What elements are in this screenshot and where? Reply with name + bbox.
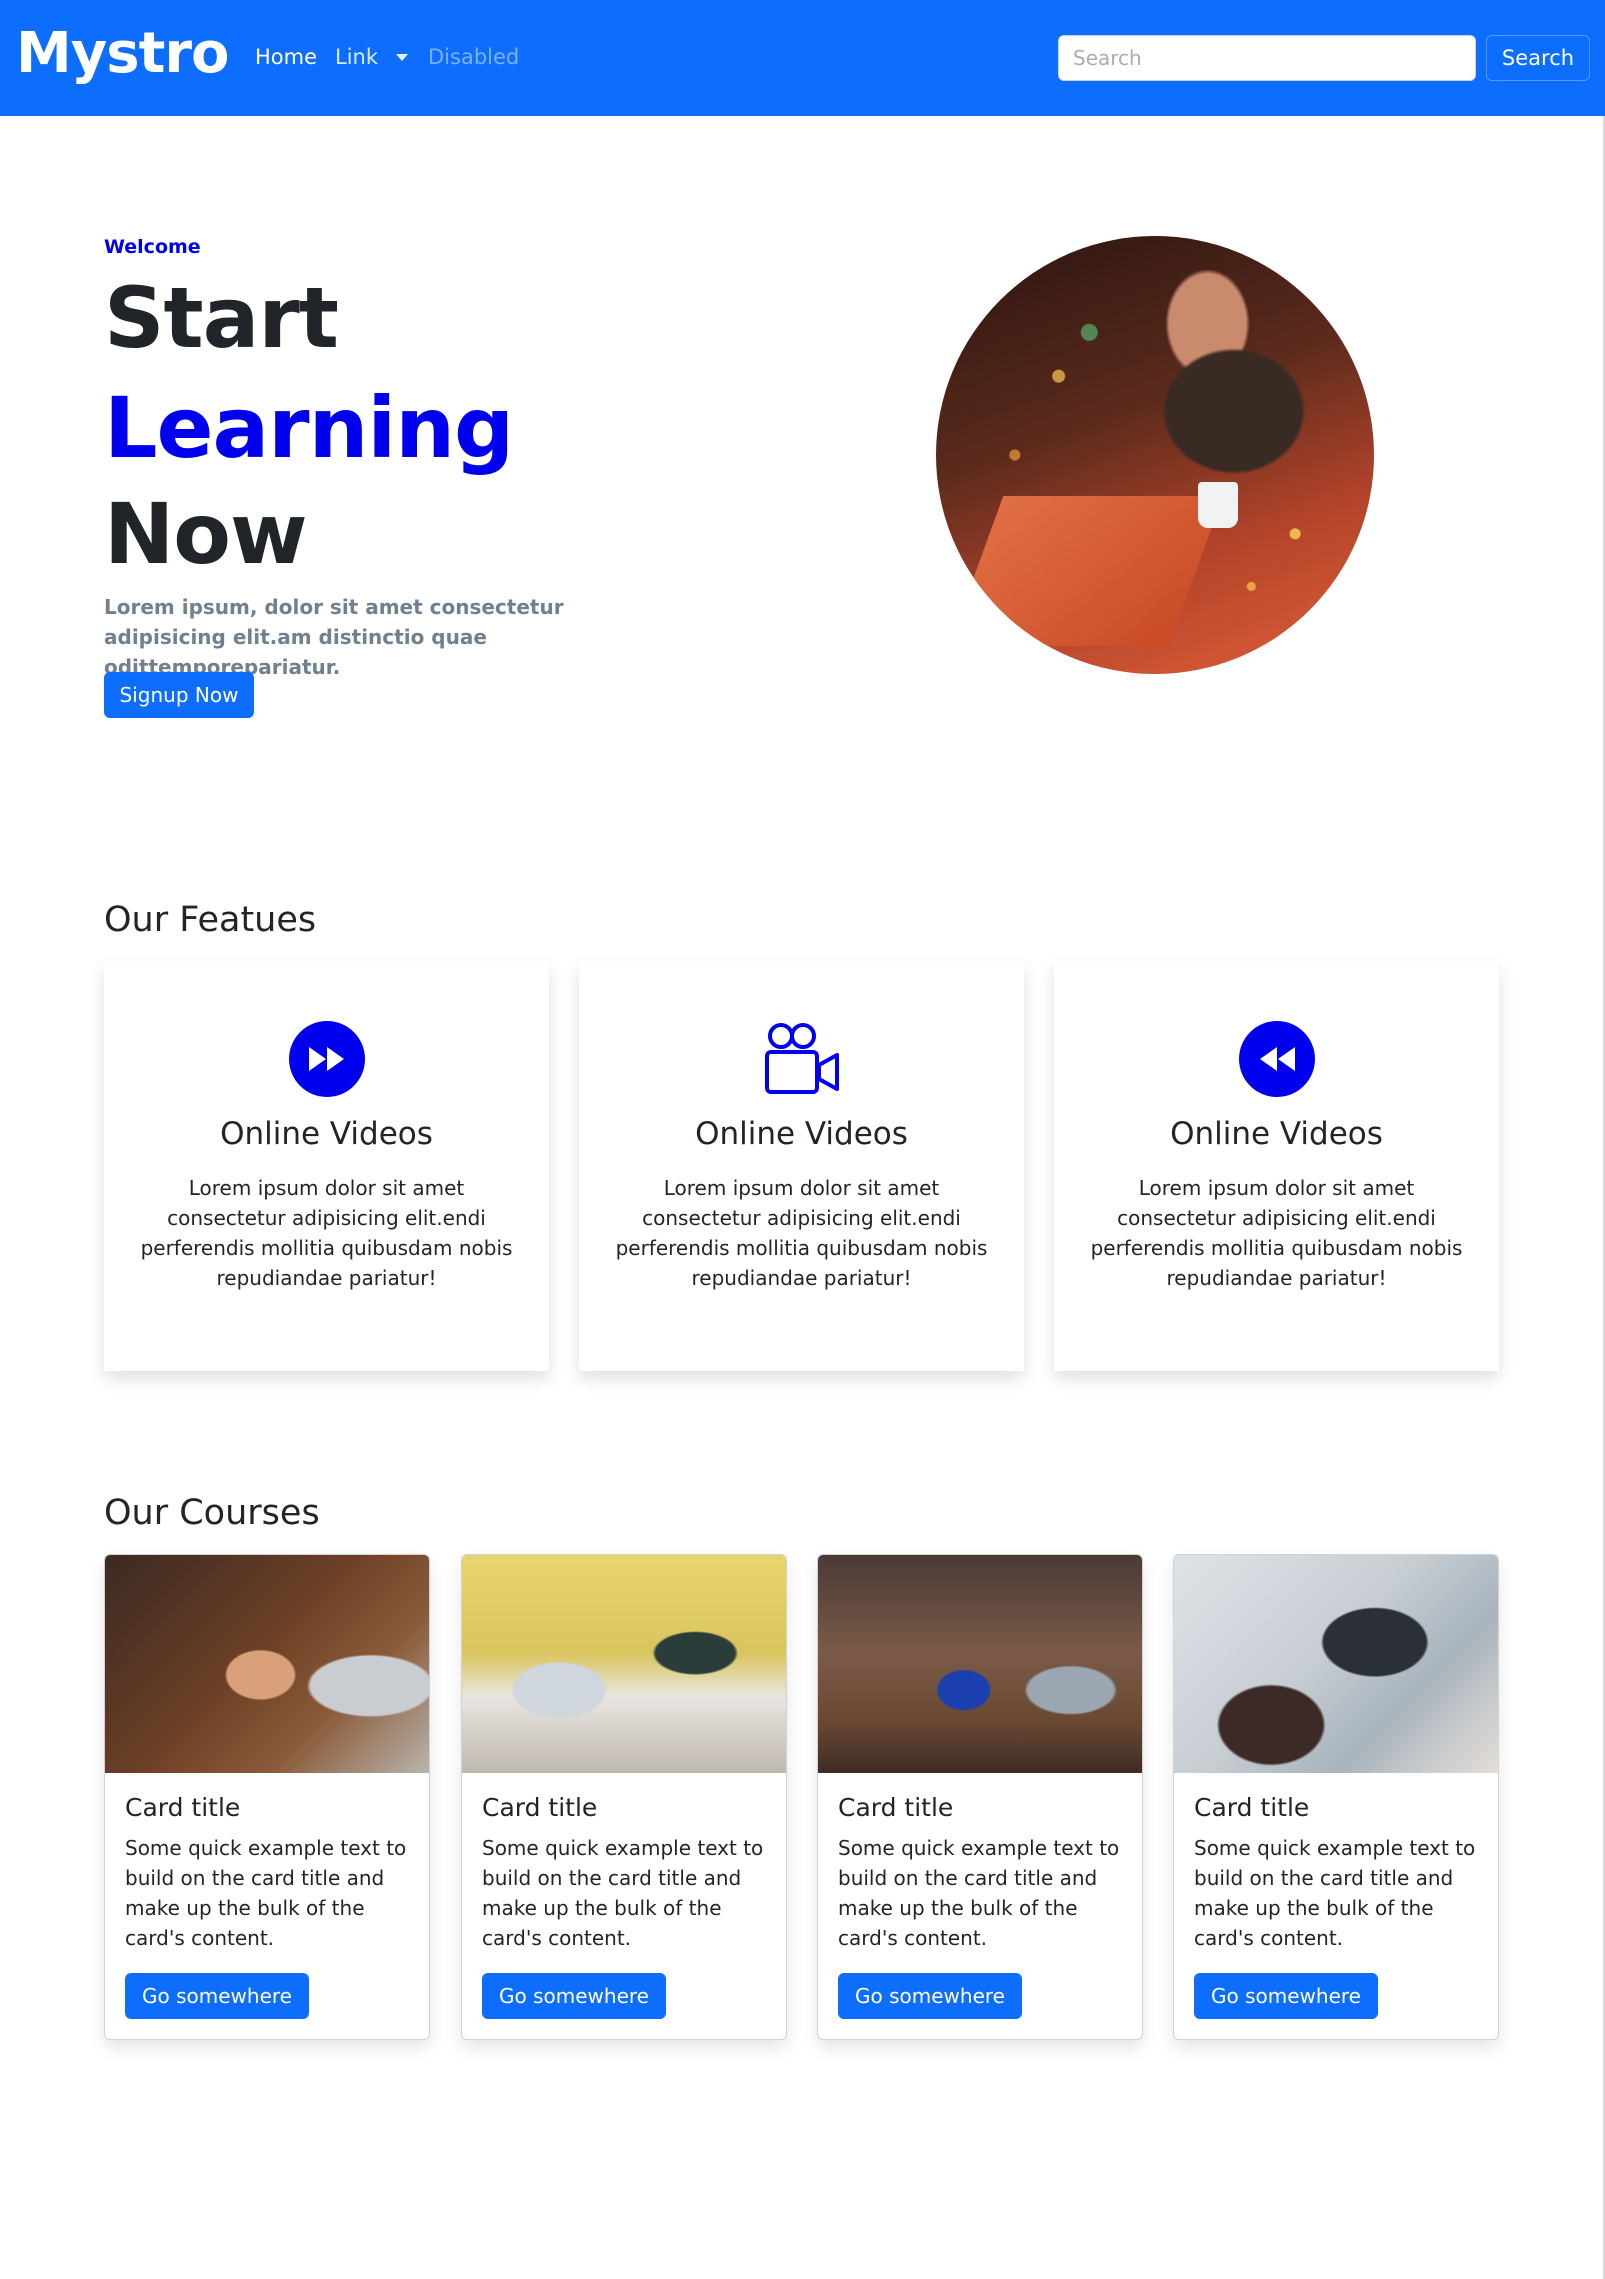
course-image bbox=[818, 1555, 1142, 1773]
go-somewhere-button[interactable]: Go somewhere bbox=[838, 1973, 1022, 2019]
course-image bbox=[1174, 1555, 1498, 1773]
course-card: Card title Some quick example text to bu… bbox=[817, 1554, 1143, 2040]
card-title: Card title bbox=[482, 1793, 598, 1822]
card-text: Some quick example text to build on the … bbox=[482, 1836, 764, 1950]
hero-lead-text: Lorem ipsum, dolor sit amet consectetur … bbox=[104, 595, 564, 679]
feature-title: Online Videos bbox=[1170, 1116, 1383, 1152]
course-card: Card title Some quick example text to bu… bbox=[104, 1554, 430, 2040]
course-card: Card title Some quick example text to bu… bbox=[1173, 1554, 1499, 2040]
laptop-illustration bbox=[948, 496, 1224, 646]
search-button[interactable]: Search bbox=[1486, 35, 1590, 81]
go-somewhere-button[interactable]: Go somewhere bbox=[125, 1973, 309, 2019]
courses-title: Our Courses bbox=[104, 1493, 320, 1533]
go-somewhere-button[interactable]: Go somewhere bbox=[482, 1973, 666, 2019]
feature-card: Online Videos Lorem ipsum dolor sit amet… bbox=[1054, 961, 1499, 1371]
feature-title: Online Videos bbox=[220, 1116, 433, 1152]
hero-heading-line2: Learning bbox=[104, 379, 514, 477]
card-title: Card title bbox=[125, 1793, 241, 1822]
feature-text: Lorem ipsum dolor sit amet consectetur a… bbox=[615, 1176, 988, 1290]
nav-disabled-link: Disabled bbox=[428, 45, 520, 69]
card-text: Some quick example text to build on the … bbox=[125, 1836, 407, 1950]
course-image bbox=[462, 1555, 786, 1773]
feature-card: Online Videos Lorem ipsum dolor sit amet… bbox=[104, 961, 549, 1371]
feature-card: Online Videos Lorem ipsum dolor sit amet… bbox=[579, 961, 1024, 1371]
hero-heading-line1: Start bbox=[104, 269, 339, 367]
nav-link[interactable]: Link bbox=[335, 44, 378, 70]
rewind-circle-icon bbox=[1238, 1021, 1315, 1097]
cup-illustration bbox=[1198, 482, 1238, 528]
navbar: Mystro Home Link Disabled Search bbox=[0, 0, 1605, 116]
feature-text: Lorem ipsum dolor sit amet consectetur a… bbox=[1090, 1176, 1463, 1290]
brand-logo[interactable]: Mystro bbox=[16, 22, 229, 86]
card-text: Some quick example text to build on the … bbox=[1194, 1836, 1476, 1950]
camera-reels-icon bbox=[764, 1023, 839, 1094]
features-title: Our Featues bbox=[104, 900, 317, 940]
nav-home-link[interactable]: Home bbox=[255, 44, 317, 70]
card-text: Some quick example text to build on the … bbox=[838, 1836, 1120, 1950]
fast-forward-circle-icon bbox=[288, 1021, 365, 1097]
card-title: Card title bbox=[1194, 1793, 1310, 1822]
course-image bbox=[105, 1555, 429, 1773]
go-somewhere-button[interactable]: Go somewhere bbox=[1194, 1973, 1378, 2019]
feature-text: Lorem ipsum dolor sit amet consectetur a… bbox=[140, 1176, 513, 1290]
hero-heading-line3: Now bbox=[104, 485, 308, 583]
hero-eyebrow: Welcome bbox=[104, 236, 201, 258]
hero-image bbox=[936, 236, 1374, 674]
search-input[interactable] bbox=[1058, 35, 1476, 81]
feature-title: Online Videos bbox=[695, 1116, 908, 1152]
card-title: Card title bbox=[838, 1793, 954, 1822]
signup-button[interactable]: Signup Now bbox=[104, 672, 254, 718]
dropdown-caret-icon[interactable] bbox=[396, 54, 408, 61]
course-card: Card title Some quick example text to bu… bbox=[461, 1554, 787, 2040]
